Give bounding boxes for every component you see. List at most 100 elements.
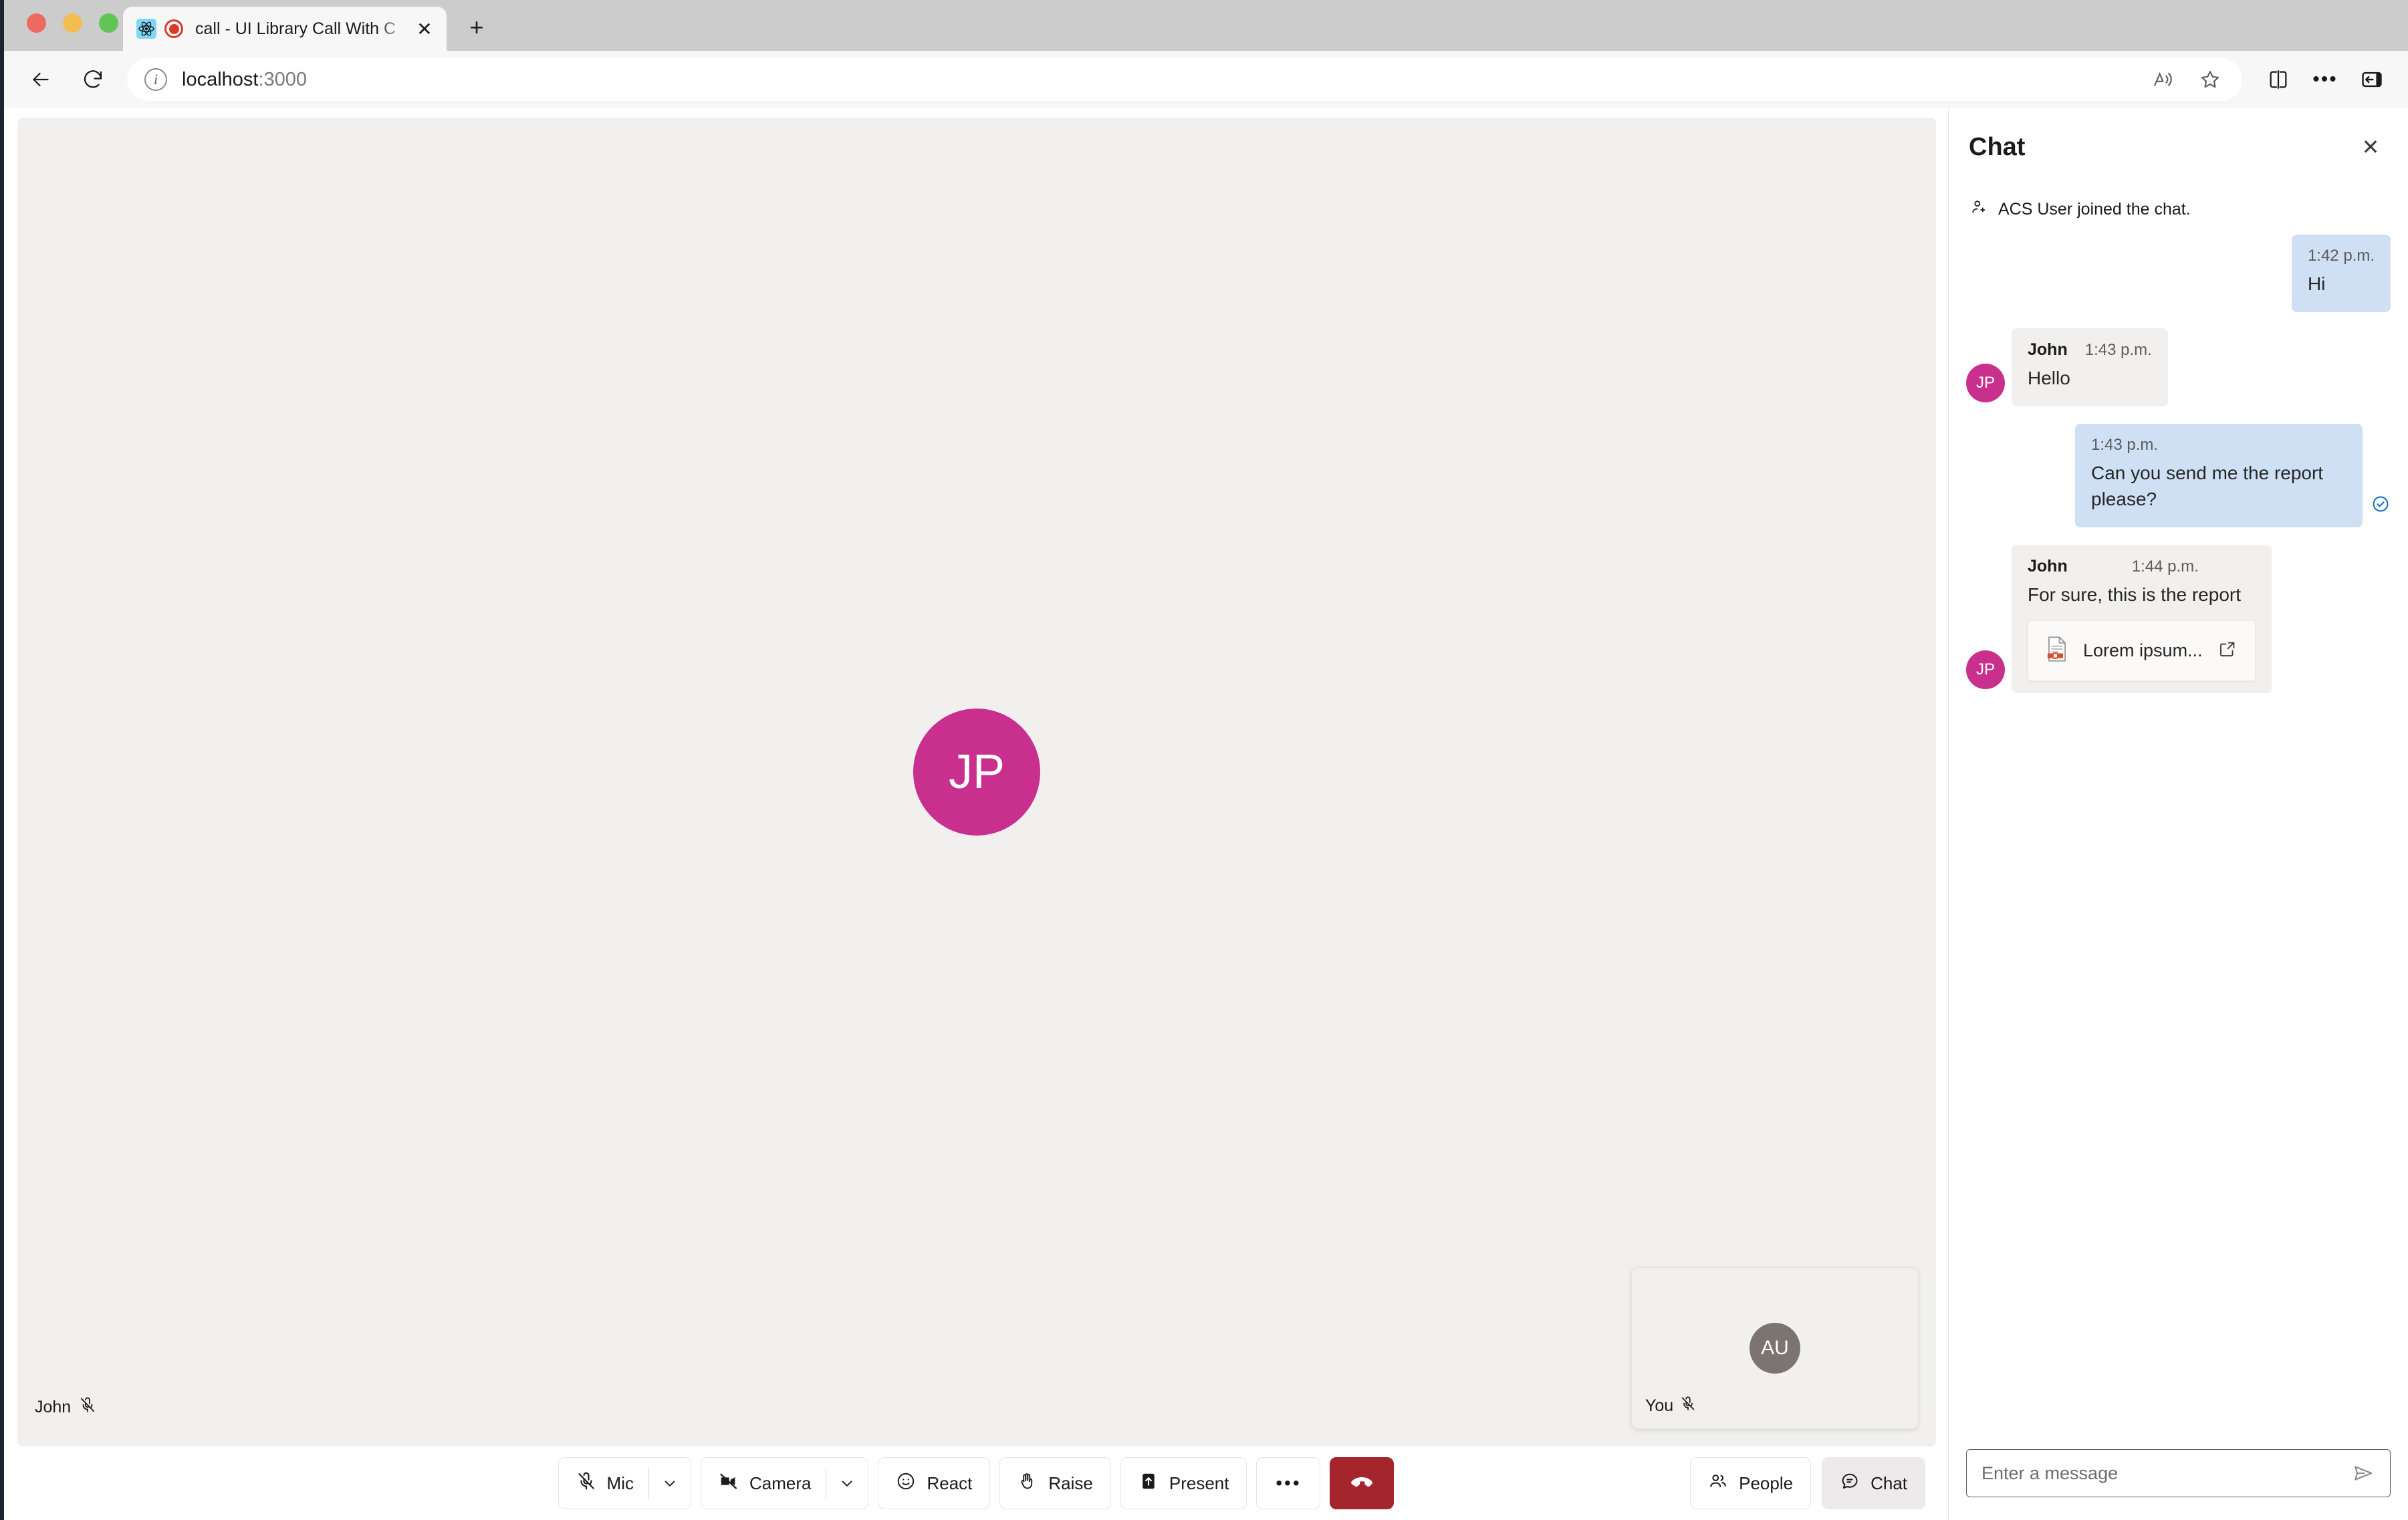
mic-button[interactable]: Mic xyxy=(558,1457,691,1509)
remote-participant-avatar: JP xyxy=(913,709,1040,836)
call-stage-column: JP John AU You Mic Camera React Raise Pr… xyxy=(4,108,1948,1520)
local-participant-name-badge: You xyxy=(1645,1396,1696,1416)
browser-tab-strip: call - UI Library Call With C ✕ + xyxy=(4,0,2408,51)
chat-message-time: 1:42 p.m. xyxy=(2307,247,2375,265)
react-button[interactable]: React xyxy=(878,1457,991,1509)
present-button-label: Present xyxy=(1169,1473,1229,1493)
end-call-icon xyxy=(1348,1467,1376,1500)
browser-window: call - UI Library Call With C ✕ + i loca… xyxy=(4,0,2408,1520)
remote-participant-name-badge: John xyxy=(35,1396,96,1418)
mic-options-caret-down-icon[interactable] xyxy=(649,1475,691,1492)
window-maximize-button[interactable] xyxy=(99,13,118,33)
recording-dot-icon xyxy=(164,19,183,38)
browser-more-options-icon[interactable]: ••• xyxy=(2305,59,2345,100)
browser-toolbar: i localhost:3000 ••• xyxy=(4,51,2408,108)
chat-message-text: For sure, this is the report xyxy=(2028,584,2242,605)
mic-off-icon xyxy=(576,1471,596,1496)
address-bar[interactable]: i localhost:3000 xyxy=(127,58,2242,101)
local-participant-tile[interactable]: AU You xyxy=(1631,1267,1919,1429)
raise-hand-icon xyxy=(1017,1471,1038,1496)
window-minimize-button[interactable] xyxy=(63,13,82,33)
chat-message[interactable]: JP John 1:44 p.m. For sure, this is the … xyxy=(1966,545,2391,693)
local-participant-name: You xyxy=(1645,1396,1674,1415)
window-traffic-lights xyxy=(27,13,118,33)
new-tab-button[interactable]: + xyxy=(461,12,492,43)
sidebar-toggle-icon[interactable] xyxy=(2352,59,2392,100)
star-icon[interactable] xyxy=(2190,59,2230,100)
camera-button[interactable]: Camera xyxy=(700,1457,869,1509)
split-screen-icon[interactable] xyxy=(2258,59,2298,100)
chat-bubble-outgoing: 1:43 p.m. Can you send me the report ple… xyxy=(2075,423,2363,527)
browser-tab[interactable]: call - UI Library Call With C ✕ xyxy=(123,7,447,51)
video-gallery: JP John AU You xyxy=(17,118,1936,1446)
chat-message[interactable]: 1:43 p.m. Can you send me the report ple… xyxy=(1966,423,2391,527)
chat-message[interactable]: JP John 1:43 p.m. Hello xyxy=(1966,328,2391,406)
back-arrow-icon[interactable] xyxy=(20,59,62,100)
chat-message-text: Can you send me the report please? xyxy=(2091,462,2324,510)
people-button-label: People xyxy=(1739,1473,1794,1493)
chat-bubble-outgoing: 1:42 p.m. Hi xyxy=(2291,235,2391,312)
chat-message-text: Hello xyxy=(2028,367,2070,388)
url-text: localhost:3000 xyxy=(182,69,2137,91)
url-host: localhost xyxy=(182,68,259,90)
window-close-button[interactable] xyxy=(27,13,46,33)
chat-system-message-text: ACS User joined the chat. xyxy=(1998,200,2191,219)
chat-bubble-incoming: John 1:43 p.m. Hello xyxy=(2012,328,2168,406)
send-icon[interactable] xyxy=(2346,1456,2381,1491)
raise-hand-button[interactable]: Raise xyxy=(999,1457,1111,1509)
reload-icon[interactable] xyxy=(72,59,114,100)
chat-attachment-name: Lorem ipsum... xyxy=(2083,640,2203,660)
camera-options-caret-down-icon[interactable] xyxy=(826,1475,868,1492)
chat-message-text: Hi xyxy=(2307,273,2326,294)
mic-off-icon xyxy=(79,1396,96,1418)
chat-composer xyxy=(1963,1449,2393,1520)
chat-message-thread[interactable]: ACS User joined the chat. 1:42 p.m. Hi J… xyxy=(1963,186,2393,1449)
chat-message-time: 1:43 p.m. xyxy=(2084,340,2152,359)
mic-button-label: Mic xyxy=(606,1473,634,1493)
url-port: :3000 xyxy=(258,68,308,90)
chat-message-time: 1:44 p.m. xyxy=(2131,557,2199,576)
camera-off-icon xyxy=(719,1471,739,1496)
mic-off-icon xyxy=(1680,1396,1696,1416)
chat-message[interactable]: 1:42 p.m. Hi xyxy=(1966,235,2391,312)
remote-participant-tile[interactable]: JP xyxy=(17,118,1936,1446)
chat-system-message: ACS User joined the chat. xyxy=(1969,198,2391,221)
chat-panel-title: Chat xyxy=(1969,132,2026,161)
chat-panel: Chat ✕ ACS User joined the chat. 1:42 p.… xyxy=(1948,108,2408,1520)
chat-message-avatar: JP xyxy=(1966,650,2005,689)
more-options-icon: ••• xyxy=(1276,1473,1302,1493)
local-participant-avatar: AU xyxy=(1750,1323,1800,1374)
chat-button[interactable]: Chat xyxy=(1822,1457,1925,1509)
present-button[interactable]: Present xyxy=(1120,1457,1247,1509)
emoji-icon xyxy=(896,1471,916,1496)
end-call-button[interactable] xyxy=(1330,1457,1395,1509)
share-screen-icon xyxy=(1138,1471,1159,1496)
chat-button-label: Chat xyxy=(1871,1473,1907,1493)
chat-message-time: 1:43 p.m. xyxy=(2091,435,2159,454)
chat-bubble-meta: 1:42 p.m. xyxy=(2308,247,2375,265)
chat-bubble-meta: John 1:44 p.m. xyxy=(2028,557,2256,576)
people-icon xyxy=(1708,1471,1728,1496)
chat-message-author: John xyxy=(2028,557,2068,576)
chat-composer-box[interactable] xyxy=(1966,1449,2391,1497)
chat-bubble-meta: 1:43 p.m. xyxy=(2091,436,2346,455)
person-add-icon xyxy=(1969,198,1988,221)
chat-message-author: John xyxy=(2028,340,2068,359)
browser-tab-title: call - UI Library Call With C xyxy=(195,19,396,38)
chat-attachment-card[interactable]: Lorem ipsum... xyxy=(2028,620,2256,681)
calling-app: JP John AU You Mic Camera React Raise Pr… xyxy=(4,108,2408,1520)
react-button-label: React xyxy=(927,1473,973,1493)
chat-close-icon[interactable]: ✕ xyxy=(2352,128,2389,166)
chat-bubble-incoming: John 1:44 p.m. For sure, this is the rep… xyxy=(2012,545,2272,693)
site-info-icon[interactable]: i xyxy=(144,68,167,91)
open-external-icon[interactable] xyxy=(2217,639,2238,662)
call-more-options-button[interactable]: ••• xyxy=(1256,1457,1321,1509)
camera-button-label: Camera xyxy=(749,1473,812,1493)
react-favicon-icon xyxy=(136,19,156,39)
chat-bubble-icon xyxy=(1840,1471,1860,1496)
people-button[interactable]: People xyxy=(1690,1457,1812,1509)
read-aloud-icon[interactable] xyxy=(2143,59,2183,100)
panel-toggle-controls: People Chat xyxy=(1690,1457,1925,1509)
chat-message-input[interactable] xyxy=(1981,1463,2346,1484)
tab-close-icon[interactable]: ✕ xyxy=(412,16,437,41)
